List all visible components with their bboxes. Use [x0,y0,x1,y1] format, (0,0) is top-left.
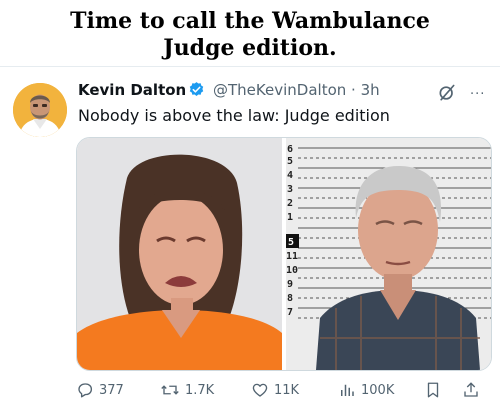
mugshot-left-photo[interactable] [77,138,282,370]
grok-icon[interactable] [437,83,457,107]
tweet-header: Kevin Dalton @TheKevinDalton · 3h [78,81,488,102]
like-button[interactable]: 11K [251,381,299,399]
views-button[interactable]: 100K [338,381,394,399]
author-name[interactable]: Kevin Dalton [78,81,186,99]
ruler-number: 10 [286,265,298,276]
avatar[interactable] [13,83,67,137]
views-icon [338,381,356,399]
share-button[interactable] [462,381,480,399]
meme-caption-line-2: Judge edition. [163,35,337,61]
author-handle[interactable]: @TheKevinDalton [213,81,346,99]
ruler-number: 9 [287,279,293,290]
meme-caption: Time to call the Wambulance Judge editio… [0,8,500,62]
tweet-card[interactable]: Kevin Dalton @TheKevinDalton · 3h ··· No… [0,66,500,415]
reply-button[interactable]: 377 [76,381,124,399]
heart-icon [251,381,269,399]
mugshot-right-photo[interactable]: 6 5 4 3 2 1 5 11 10 9 8 7 [286,138,491,370]
verified-badge-icon [188,81,205,102]
more-icon[interactable]: ··· [470,87,485,102]
repost-icon [160,381,180,399]
reply-icon [76,381,94,399]
ruler-number: 7 [287,307,293,318]
ruler-number: 11 [286,251,298,262]
tweet-text: Nobody is above the law: Judge edition [78,106,390,125]
ruler-number: 1 [287,212,293,223]
ruler-number: 4 [287,170,293,181]
tweet-media[interactable]: 6 5 4 3 2 1 5 11 10 9 8 7 [76,137,492,371]
ruler-number: 5 [288,237,294,248]
timestamp[interactable]: 3h [361,81,380,99]
ruler-number: 5 [287,156,293,167]
ruler-number: 6 [287,144,293,155]
repost-button[interactable]: 1.7K [160,381,214,399]
repost-count: 1.7K [185,382,215,398]
views-count: 100K [361,382,395,398]
share-icon [462,381,480,399]
ruler-number: 3 [287,184,293,195]
ruler-number: 2 [287,198,293,209]
ruler-number: 8 [287,293,293,304]
bookmark-button[interactable] [425,381,441,399]
like-count: 11K [274,382,300,398]
tweet-actions: 377 1.7K 11K 100K [0,377,500,407]
bookmark-icon [425,381,441,399]
reply-count: 377 [99,382,124,398]
meme-caption-line-1: Time to call the Wambulance [70,8,430,34]
header-separator: · [351,81,356,99]
